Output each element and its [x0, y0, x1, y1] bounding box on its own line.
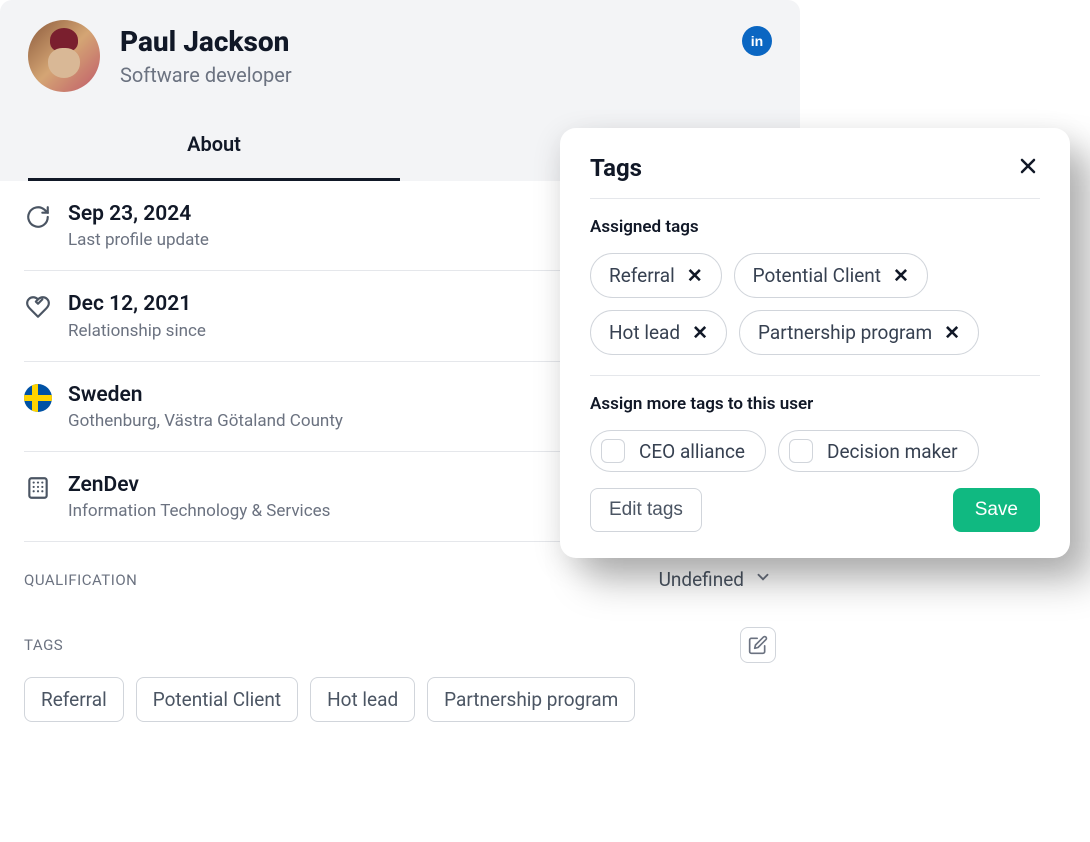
tag-chip: Partnership program — [427, 677, 635, 722]
profile-name-block: Paul Jackson Software developer — [120, 25, 722, 87]
modal-footer: Edit tags Save — [590, 488, 1040, 532]
tag-pill: Partnership program ✕ — [739, 310, 979, 355]
more-tags-section: Assign more tags to this user CEO allian… — [590, 376, 1040, 532]
tag-pill: Referral ✕ — [590, 253, 722, 298]
avatar — [28, 20, 100, 92]
tags-row: TAGS — [24, 627, 776, 663]
modal-title: Tags — [590, 154, 642, 182]
tag-option-label: CEO alliance — [639, 440, 745, 463]
tag-option-label: Decision maker — [827, 440, 958, 463]
tag-pill-label: Potential Client — [753, 264, 881, 287]
qualification-label: QUALIFICATION — [24, 571, 137, 589]
edit-tags-button[interactable] — [740, 627, 776, 663]
more-tags-label: Assign more tags to this user — [590, 394, 1040, 414]
assigned-tags-section: Assigned tags Referral ✕ Potential Clien… — [590, 199, 1040, 376]
linkedin-button[interactable]: in — [742, 26, 772, 56]
building-icon — [24, 474, 52, 502]
remove-tag-button[interactable]: ✕ — [692, 321, 708, 344]
tag-pill: Hot lead ✕ — [590, 310, 727, 355]
edit-tags-link[interactable]: Edit tags — [590, 488, 702, 532]
tag-option[interactable]: CEO alliance — [590, 430, 766, 472]
tag-option[interactable]: Decision maker — [778, 430, 979, 472]
tags-modal-wrap: Tags Assigned tags Referral ✕ Potential … — [560, 128, 1070, 558]
tag-pill-label: Hot lead — [609, 321, 680, 344]
pencil-icon — [748, 635, 768, 655]
tab-about-label: About — [187, 132, 241, 156]
remove-tag-button[interactable]: ✕ — [893, 264, 909, 287]
tag-chip: Referral — [24, 677, 124, 722]
checkbox[interactable] — [601, 439, 625, 463]
refresh-icon — [24, 203, 52, 231]
checkbox[interactable] — [789, 439, 813, 463]
flag-se-icon — [24, 384, 52, 412]
more-pill-list: CEO alliance Decision maker — [590, 430, 1040, 472]
tags-section: TAGS Referral Potential Client Hot lead … — [24, 609, 776, 732]
profile-title: Software developer — [120, 63, 722, 87]
remove-tag-button[interactable]: ✕ — [944, 321, 960, 344]
tag-pill-label: Partnership program — [758, 321, 932, 344]
modal-header: Tags — [590, 154, 1040, 199]
tag-chip: Hot lead — [310, 677, 415, 722]
close-button[interactable] — [1016, 154, 1040, 182]
tab-about[interactable]: About — [28, 116, 400, 181]
profile-top: Paul Jackson Software developer in — [28, 20, 772, 116]
tag-pill: Potential Client ✕ — [734, 253, 928, 298]
assigned-pill-list: Referral ✕ Potential Client ✕ Hot lead ✕… — [590, 253, 1040, 355]
tag-list: Referral Potential Client Hot lead Partn… — [24, 677, 776, 722]
close-icon — [1016, 154, 1040, 178]
tags-label: TAGS — [24, 636, 63, 654]
tag-pill-label: Referral — [609, 264, 675, 287]
remove-tag-button[interactable]: ✕ — [687, 264, 703, 287]
assigned-tags-label: Assigned tags — [590, 217, 1040, 237]
handshake-icon — [24, 293, 52, 321]
tags-modal: Tags Assigned tags Referral ✕ Potential … — [560, 128, 1070, 558]
linkedin-icon: in — [751, 33, 763, 49]
profile-name: Paul Jackson — [120, 25, 722, 59]
save-button[interactable]: Save — [953, 488, 1040, 532]
tag-chip: Potential Client — [136, 677, 298, 722]
